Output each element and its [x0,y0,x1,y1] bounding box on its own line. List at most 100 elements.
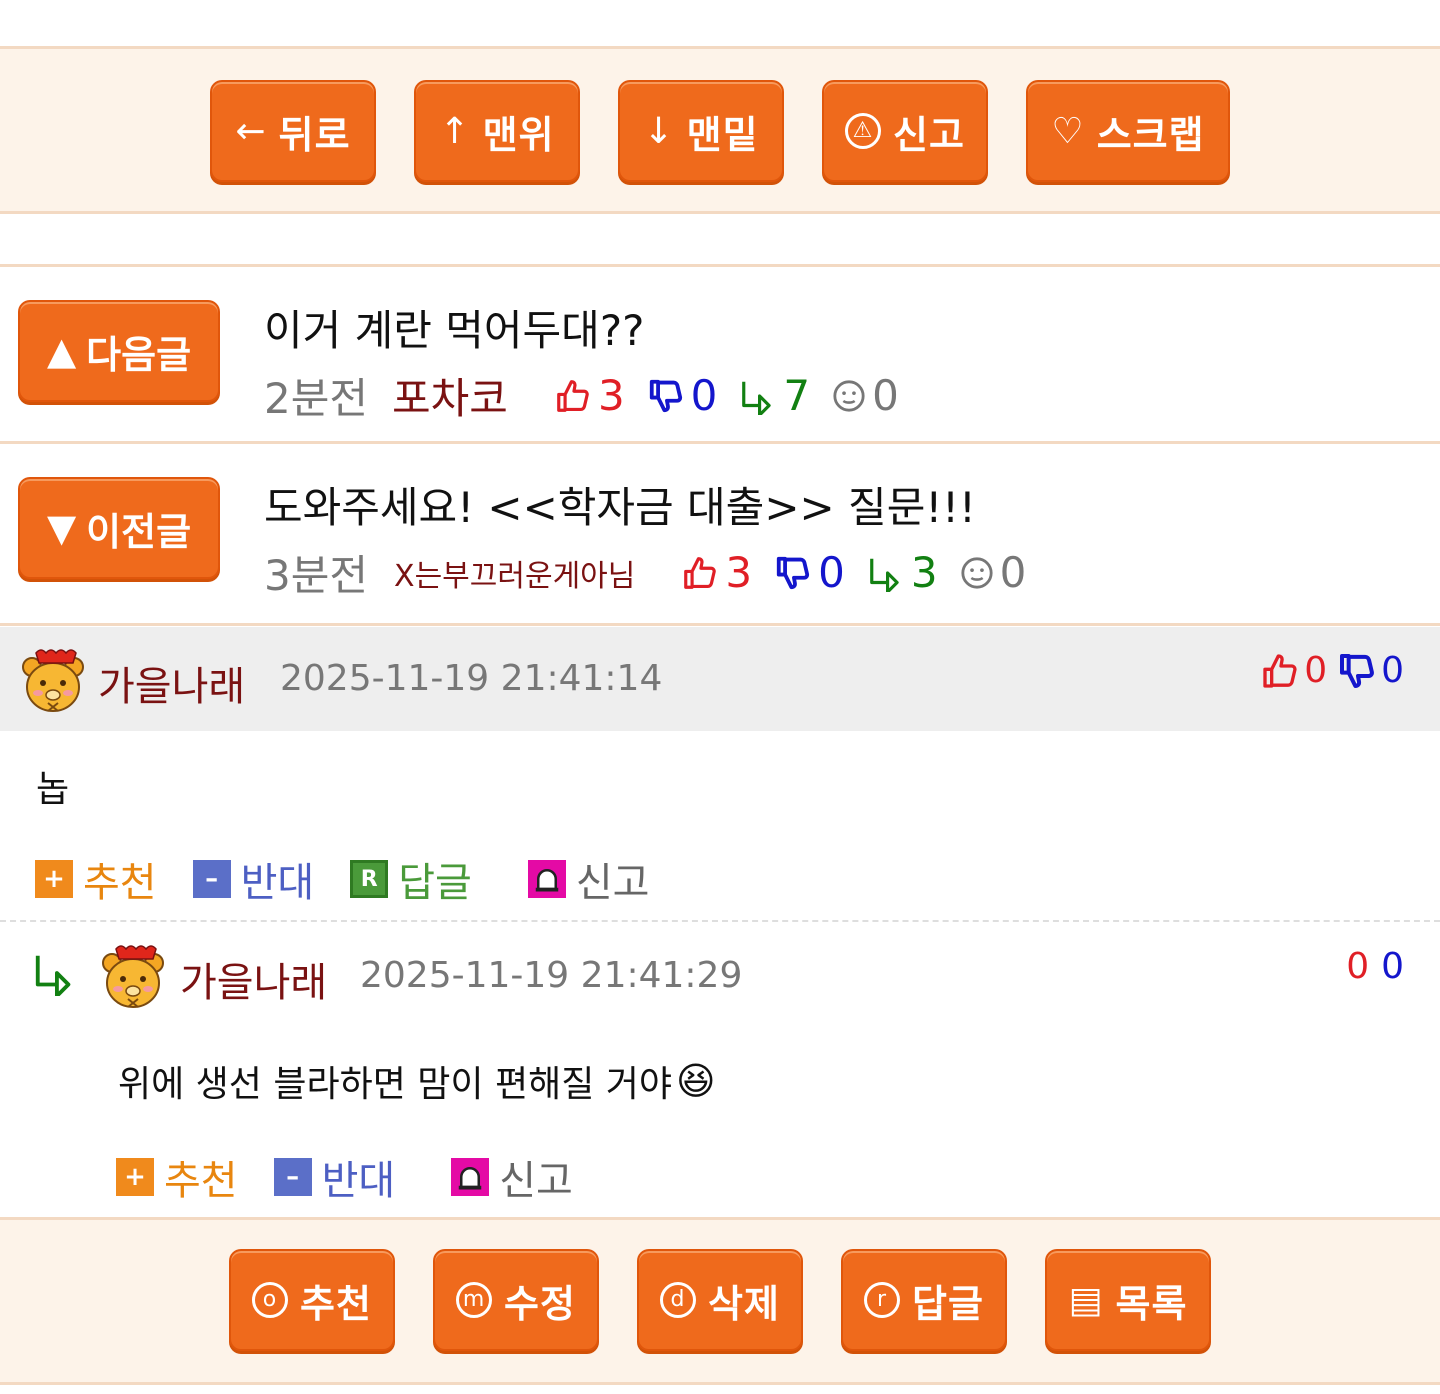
r-circle-icon: r [864,1282,901,1318]
reply-post-button[interactable]: r 답글 [841,1249,1007,1351]
comment-dislikes-count: 0 [1381,650,1404,691]
prev-post-dislikes: 0 [774,548,845,597]
oppose-label: 반대 [240,860,315,906]
triangle-down-icon: ▼ [46,506,77,550]
avatar[interactable] [18,645,88,715]
scroll-bottom-label: 맨밑 [686,112,759,157]
scroll-top-button[interactable]: ↑ 맨위 [414,80,580,182]
prev-post-meta: 3분전 X는부끄러운게아님 3 0 3 0 [264,542,1026,603]
thumbs-down-icon [774,554,812,592]
siren-icon [527,860,566,898]
reply-label: 답글 [398,860,472,906]
report-button[interactable]: ⚠ 신고 [822,80,988,182]
reply-button[interactable]: R 답글 [350,850,472,908]
reply-arrow-icon [739,377,777,415]
prev-post-likes-count: 3 [725,548,753,597]
prev-post-likes: 3 [681,548,752,597]
next-post-title[interactable]: 이거 계란 먹어두대?? [264,297,644,358]
heart-icon: ♡ [1051,110,1085,152]
next-post-author[interactable]: 포차코 [392,365,508,426]
delete-label: 삭제 [708,1281,780,1326]
delete-button[interactable]: d 삭제 [637,1249,803,1351]
thumbs-down-icon[interactable] [1337,651,1377,691]
next-post-button[interactable]: ▲ 다음글 [18,300,220,402]
oppose-button[interactable]: – 반대 [273,1148,396,1206]
reply-arrow-icon [867,554,905,592]
scroll-top-label: 맨위 [482,112,555,157]
recommend-button[interactable]: + 추천 [35,850,157,908]
d-circle-icon: d [660,1282,697,1318]
recommend-post-button[interactable]: o 추천 [229,1249,395,1351]
recommend-post-label: 추천 [300,1281,372,1326]
plus-icon: + [35,860,73,898]
reply-icon: R [350,860,389,898]
prev-post-replies: 3 [867,548,938,597]
next-post-row[interactable]: ▲ 다음글 이거 계란 먹어두대?? 2분전 포차코 3 0 7 0 [0,264,1440,444]
next-post-replies-count: 7 [783,371,811,420]
reply-arrow-icon [32,950,78,996]
report-label: 신고 [499,1158,573,1204]
prev-post-views: 0 [960,548,1027,597]
oppose-button[interactable]: – 반대 [192,850,315,908]
reply-post-label: 답글 [912,1281,984,1326]
next-post-likes: 3 [554,371,625,420]
prev-post-button-label: 이전글 [86,509,192,554]
m-circle-icon: m [456,1282,493,1318]
top-button-row: ← 뒤로 ↑ 맨위 ↓ 맨밑 ⚠ 신고 ♡ 스크랩 [0,80,1440,182]
scroll-bottom-button[interactable]: ↓ 맨밑 [618,80,784,182]
prev-post-row[interactable]: ▼ 이전글 도와주세요! <<학자금 대출>> 질문!!! 3분전 X는부끄러운… [0,446,1440,626]
thumbs-up-icon [554,377,592,415]
scrap-label: 스크랩 [1096,112,1205,157]
reply-actions: + 추천 – 반대 신고 [116,1148,609,1206]
list-button[interactable]: ▤ 목록 [1045,1249,1211,1351]
arrow-up-icon: ↑ [439,110,471,152]
reply-author[interactable]: 가을나래 [180,950,327,1008]
avatar[interactable] [98,941,168,1011]
report-label: 신고 [893,112,965,157]
siren-icon [451,1158,490,1196]
reply-dislikes-count[interactable]: 0 [1381,946,1404,987]
bottom-button-row: o 추천 m 수정 d 삭제 r 답글 ▤ 목록 [0,1249,1440,1351]
next-post-button-label: 다음글 [86,332,192,377]
comment-likes-count: 0 [1304,650,1328,691]
prev-post-title[interactable]: 도와주세요! <<학자금 대출>> 질문!!! [264,474,976,535]
thumbs-up-icon[interactable] [1260,651,1300,691]
prev-post-dislikes-count: 0 [818,548,845,597]
prev-post-author[interactable]: X는부끄러운게아님 [394,551,635,595]
reply-body-text: 위에 생선 블라하면 맘이 편해질 거야 [118,1064,673,1105]
back-button[interactable]: ← 뒤로 [210,80,376,182]
arrow-left-icon: ← [235,110,267,152]
next-post-meta: 2분전 포차코 3 0 7 0 [264,365,899,426]
arrow-down-icon: ↓ [643,110,675,152]
edit-label: 수정 [504,1281,576,1326]
bottom-action-bar: o 추천 m 수정 d 삭제 r 답글 ▤ 목록 [0,1217,1440,1385]
prev-post-time: 3분전 [264,551,369,600]
comment-votes: 0 0 [1260,650,1404,691]
comment-author[interactable]: 가을나래 [98,654,245,712]
oppose-label: 반대 [321,1158,396,1204]
reply-likes-count[interactable]: 0 [1346,946,1369,987]
reply-votes: 0 0 [1346,946,1404,987]
smiley-icon [960,556,994,590]
edit-button[interactable]: m 수정 [433,1249,599,1351]
minus-icon: – [192,860,231,898]
comment-divider [0,920,1440,922]
thumbs-up-icon [681,554,719,592]
laughing-emoji-icon: 😆 [676,1059,716,1103]
list-label: 목록 [1115,1281,1188,1326]
prev-post-button[interactable]: ▼ 이전글 [18,477,220,579]
alert-icon: ⚠ [845,113,882,149]
thumbs-down-icon [647,377,685,415]
plus-icon: + [116,1158,154,1196]
comment-date: 2025-11-19 21:41:14 [280,658,663,699]
recommend-label: 추천 [83,860,157,906]
recommend-label: 추천 [164,1158,238,1204]
recommend-button[interactable]: + 추천 [116,1148,238,1206]
next-post-dislikes: 0 [647,371,718,420]
next-post-dislikes-count: 0 [690,371,718,420]
report-comment-button[interactable]: 신고 [451,1148,573,1206]
report-comment-button[interactable]: 신고 [527,850,650,908]
scrap-button[interactable]: ♡ 스크랩 [1026,80,1230,182]
report-label: 신고 [575,860,650,906]
prev-post-views-count: 0 [999,548,1027,597]
